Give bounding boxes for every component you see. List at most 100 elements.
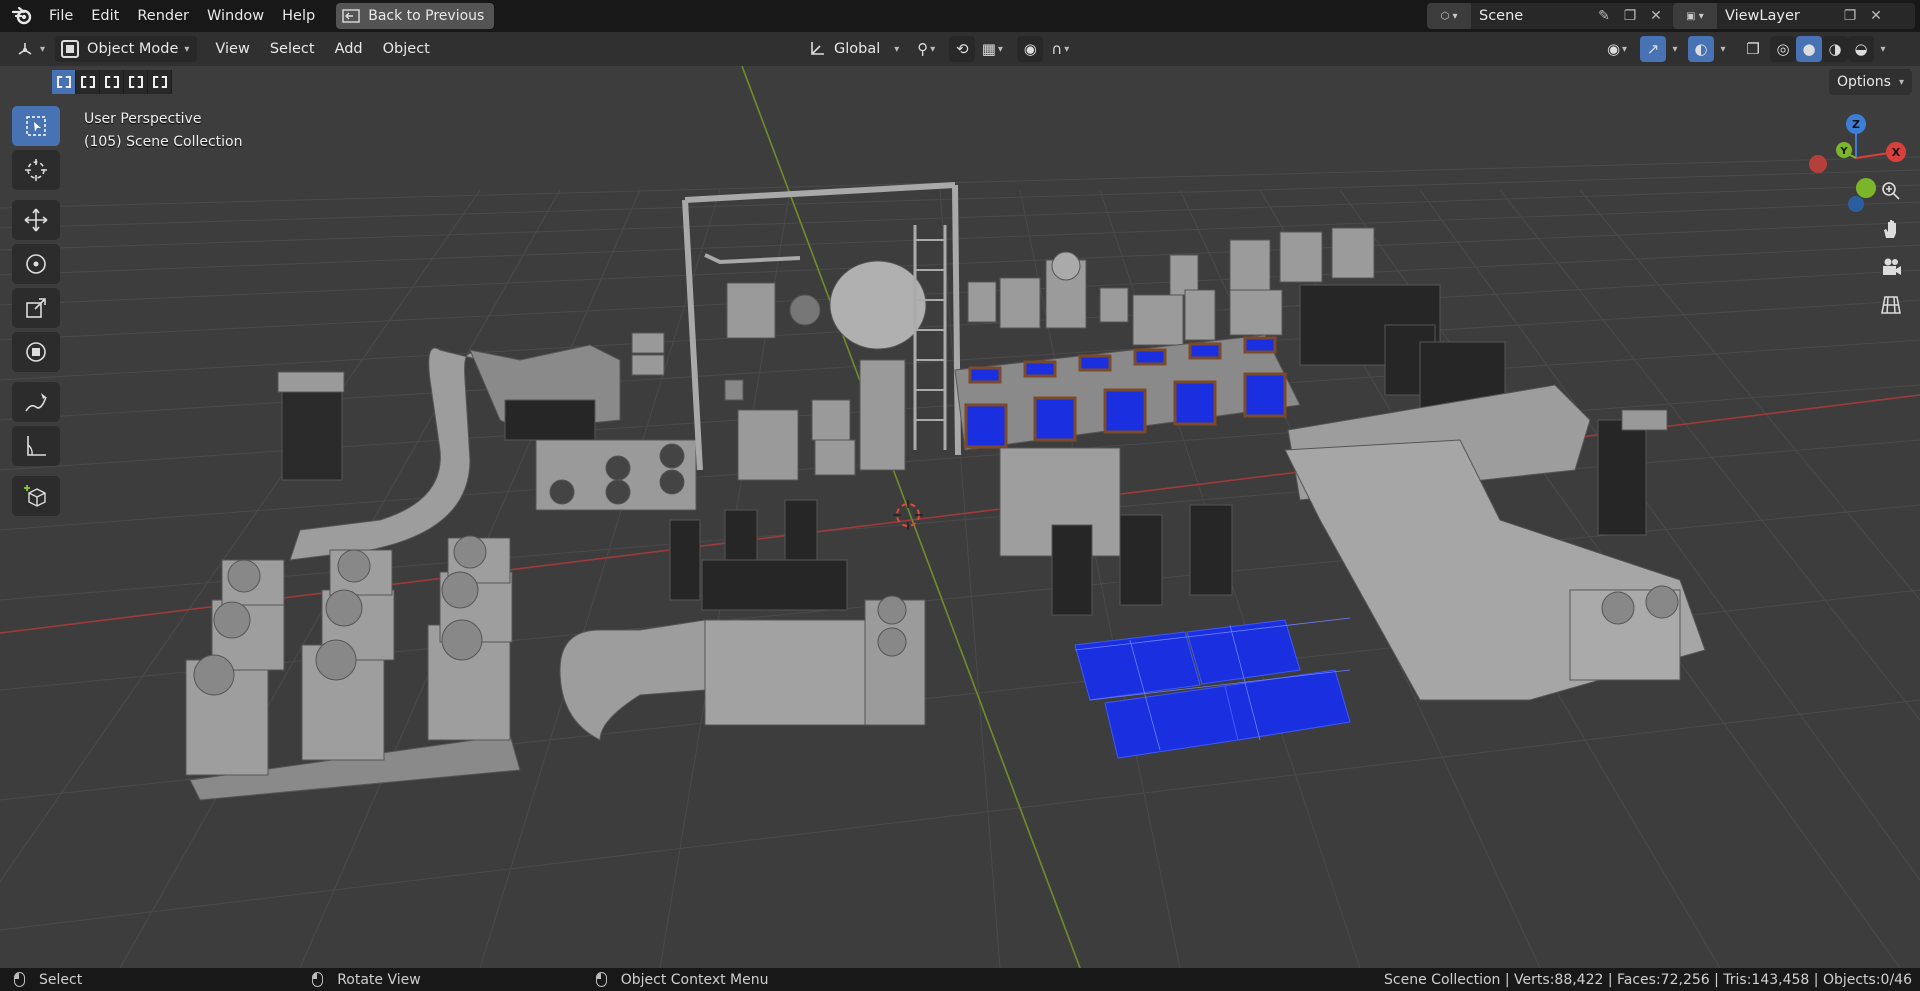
mode-label: Object Mode xyxy=(87,41,179,57)
zoom-icon[interactable] xyxy=(1874,174,1908,208)
menu-edit[interactable]: Edit xyxy=(82,3,128,29)
pivot-point-icon[interactable]: ⚲ ▾ xyxy=(909,36,943,62)
scale-icon xyxy=(26,298,46,318)
back-to-previous-button[interactable]: Back to Previous xyxy=(336,3,495,29)
select-subtract-icon[interactable] xyxy=(100,70,124,94)
snap-toggle-icon[interactable]: ⟲ xyxy=(949,36,976,62)
status-select-hint: Select xyxy=(14,972,82,988)
delete-scene-icon[interactable]: ✕ xyxy=(1643,3,1669,29)
annotate-icon xyxy=(25,393,47,412)
scene-name[interactable]: Scene xyxy=(1471,8,1591,24)
solid-shading-icon[interactable]: ● xyxy=(1796,36,1822,62)
mouse-middle-icon xyxy=(312,972,324,987)
xray-toggle-icon[interactable]: ❐ xyxy=(1740,36,1766,62)
snap-target-icon[interactable]: ▦ ▾ xyxy=(975,36,1009,62)
shading-dropdown-icon[interactable]: ▾ xyxy=(1874,36,1892,62)
transform-orientation-selector[interactable]: Global ▾ xyxy=(802,36,905,62)
status-context-label: Object Context Menu xyxy=(620,971,769,988)
move-tool[interactable] xyxy=(12,200,60,240)
overlay-dropdown-icon[interactable]: ▾ xyxy=(1714,36,1732,62)
editor-type-icon xyxy=(18,43,32,55)
select-intersect-icon[interactable] xyxy=(148,70,172,94)
back-button-label: Back to Previous xyxy=(368,8,485,24)
measure-tool[interactable] xyxy=(12,426,60,466)
status-rotate-hint: Rotate View xyxy=(312,972,421,988)
gizmo-neg-y-icon xyxy=(1856,178,1876,198)
blender-logo-icon[interactable] xyxy=(10,4,34,28)
gizmo-x-label: X xyxy=(1892,146,1901,159)
menu-object[interactable]: Object xyxy=(377,36,436,62)
view-layer-selector[interactable]: ▣ ▾ ViewLayer ❐ ✕ xyxy=(1673,3,1915,29)
orientation-label: Global xyxy=(834,41,881,57)
status-select-label: Select xyxy=(39,971,83,988)
hand-icon[interactable] xyxy=(1874,212,1908,246)
3d-viewport[interactable]: Z X Y xyxy=(0,66,1920,968)
back-icon xyxy=(342,9,360,23)
object-mode-icon xyxy=(61,40,80,58)
overlay-toggle-icon[interactable]: ◐ xyxy=(1688,36,1714,62)
delete-view-layer-icon[interactable]: ✕ xyxy=(1863,3,1889,29)
transform-tool[interactable] xyxy=(12,332,60,372)
material-shading-icon[interactable]: ◑ xyxy=(1822,36,1848,62)
gizmo-z-label: Z xyxy=(1852,118,1860,131)
options-label: Options xyxy=(1836,74,1891,90)
left-toolbar xyxy=(12,106,62,520)
scene-statistics: Scene Collection | Verts:88,422 | Faces:… xyxy=(1384,971,1912,988)
cursor-tool[interactable] xyxy=(12,150,60,190)
menu-select[interactable]: Select xyxy=(264,36,321,62)
camera-icon[interactable] xyxy=(1874,250,1908,284)
select-box-tool[interactable] xyxy=(12,106,60,146)
new-view-layer-icon[interactable]: ❐ xyxy=(1837,3,1863,29)
status-rotate-label: Rotate View xyxy=(337,971,421,988)
falloff-icon[interactable]: ∩ ▾ xyxy=(1043,36,1077,62)
view-layer-name[interactable]: ViewLayer xyxy=(1717,8,1837,24)
status-bar: Select Rotate View Object Context Menu S… xyxy=(0,968,1920,991)
gizmo-toggle-icon[interactable]: ↗ xyxy=(1640,36,1666,62)
pin-icon[interactable]: ✎ xyxy=(1591,3,1617,29)
scene-icon[interactable]: ⬡ ▾ xyxy=(1427,3,1471,29)
proportional-editing-icon[interactable]: ◉ xyxy=(1017,36,1044,62)
rendered-shading-icon[interactable]: ◒ xyxy=(1848,36,1874,62)
options-button[interactable]: Options ▾ xyxy=(1828,69,1912,95)
grid-icon[interactable] xyxy=(1874,288,1908,322)
add-cube-tool[interactable] xyxy=(12,476,60,516)
viewport-header: ▾ Object Mode ▾ View Select Add Object G… xyxy=(0,32,1920,66)
status-context-hint: Object Context Menu xyxy=(595,971,769,988)
new-scene-icon[interactable]: ❐ xyxy=(1617,3,1643,29)
move-icon xyxy=(24,208,48,232)
gizmo-dropdown-icon[interactable]: ▾ xyxy=(1666,36,1684,62)
gizmo-neg-x-icon xyxy=(1809,155,1827,173)
add-cube-icon xyxy=(24,485,46,507)
orientation-icon xyxy=(811,42,824,55)
menu-help[interactable]: Help xyxy=(273,3,324,29)
measure-icon xyxy=(27,436,46,456)
select-extend-icon[interactable] xyxy=(76,70,100,94)
selection-mode-row xyxy=(52,70,172,94)
mode-selector[interactable]: Object Mode ▾ xyxy=(55,36,198,62)
view-layer-icon[interactable]: ▣ ▾ xyxy=(1673,3,1717,29)
collection-label: (105) Scene Collection xyxy=(84,134,243,150)
wireframe-shading-icon[interactable]: ◎ xyxy=(1770,36,1796,62)
scale-tool[interactable] xyxy=(12,288,60,328)
menu-add[interactable]: Add xyxy=(329,36,369,62)
rotate-tool[interactable] xyxy=(12,244,60,284)
select-new-icon[interactable] xyxy=(52,70,76,94)
editor-type-button[interactable]: ▾ xyxy=(10,36,51,62)
menu-file[interactable]: File xyxy=(40,3,82,29)
annotate-tool[interactable] xyxy=(12,382,60,422)
select-box-icon xyxy=(26,116,46,136)
select-invert-icon[interactable] xyxy=(124,70,148,94)
gizmo-y-label: Y xyxy=(1839,146,1848,157)
mouse-right-icon xyxy=(595,972,607,987)
transform-controls: Global ▾ ⚲ ▾ ⟲ ▦ ▾ ◉ ∩ ▾ xyxy=(802,36,1077,62)
menu-window[interactable]: Window xyxy=(198,3,273,29)
condenser-rack xyxy=(185,535,521,801)
menu-render[interactable]: Render xyxy=(128,3,198,29)
viewport-info: User Perspective (105) Scene Collection xyxy=(84,108,242,154)
cursor-icon xyxy=(25,159,47,181)
scene-selector[interactable]: ⬡ ▾ Scene ✎ ❐ ✕ xyxy=(1427,3,1691,29)
scene-render xyxy=(0,66,1920,968)
visibility-icon[interactable]: ◉ ▾ xyxy=(1598,36,1636,62)
menu-view[interactable]: View xyxy=(209,36,255,62)
top-menu-bar: File Edit Render Window Help Back to Pre… xyxy=(0,0,1920,32)
